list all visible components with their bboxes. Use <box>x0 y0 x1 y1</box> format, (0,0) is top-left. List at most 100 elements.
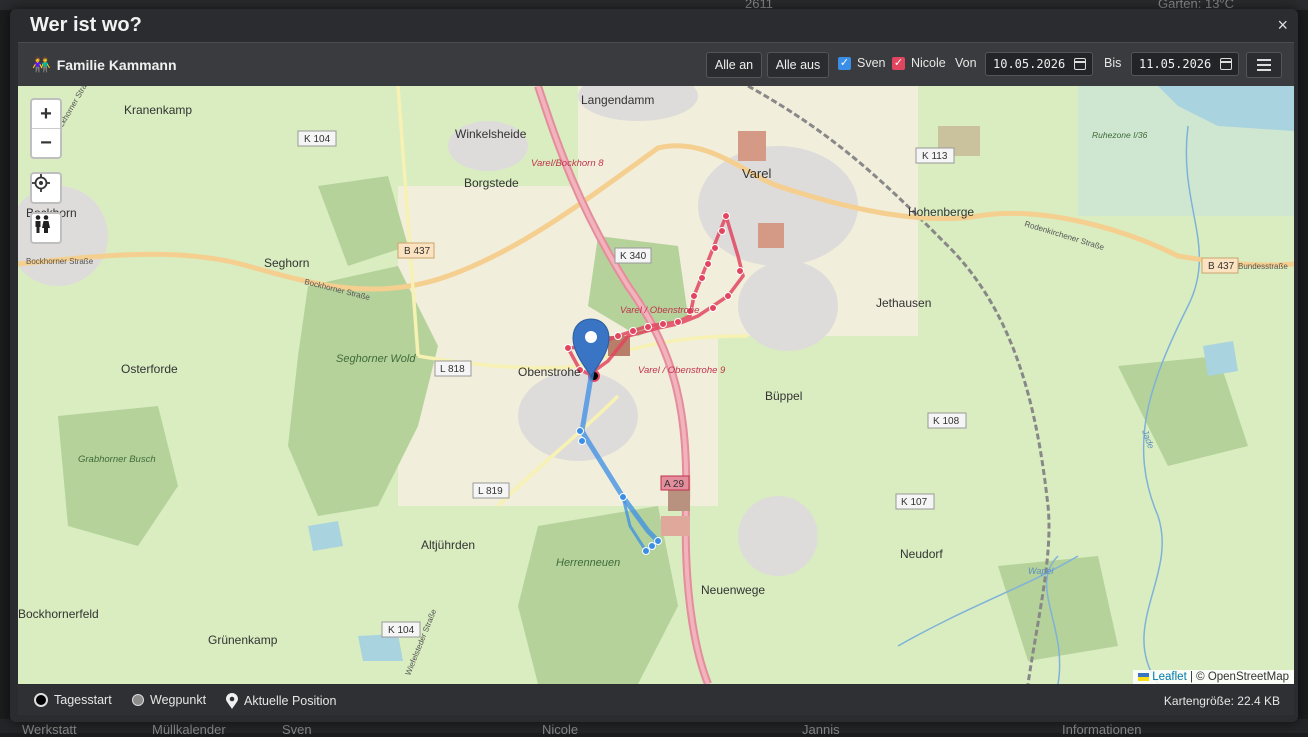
nicole-checkbox[interactable]: ✓ <box>892 57 905 70</box>
forest-seghorner-wold: Seghorner Wold <box>336 353 416 365</box>
forest-herrenneuen: Herrenneuen <box>556 557 620 569</box>
calendar-icon[interactable] <box>1074 58 1086 70</box>
locate-button[interactable] <box>30 172 62 204</box>
place-langendamm: Langendamm <box>581 93 654 107</box>
attribution-separator: | © <box>1186 671 1208 683</box>
map-size-text: Kartengröße: 22.4 KB <box>1163 694 1280 708</box>
svg-text:L 819: L 819 <box>478 486 503 497</box>
all-off-button[interactable]: Alle aus <box>767 52 829 78</box>
junction-varel-bockhorn: Varel/Bockhorn 8 <box>531 158 604 169</box>
from-date-value: 10.05.2026 <box>993 57 1066 71</box>
background-tile-muell: Müllkalender <box>152 722 226 737</box>
from-date-input[interactable]: 10.05.2026 <box>985 52 1093 76</box>
place-osterforde: Osterforde <box>121 362 178 376</box>
background-tile-informationen: Informationen <box>1062 722 1142 737</box>
background-tile-jannis: Jannis <box>802 722 840 737</box>
shield-k108: K 108 <box>927 412 967 429</box>
street-bundesstrasse: Bundesstraße <box>1238 262 1288 271</box>
legend-current-position-label: Aktuelle Position <box>244 694 337 708</box>
place-obenstrohe: Obenstrohe <box>518 365 581 379</box>
family-name: Familie Kammann <box>56 57 177 73</box>
crosshair-icon <box>32 174 50 192</box>
shield-k107: K 107 <box>895 493 935 510</box>
to-label: Bis <box>1104 56 1122 70</box>
building-block <box>661 516 689 536</box>
place-seghorn: Seghorn <box>264 256 309 270</box>
map-attribution: Leaflet | © OpenStreetMap <box>1133 670 1294 684</box>
place-varel: Varel <box>742 166 771 181</box>
zoom-control: + − <box>30 98 62 159</box>
leaflet-link[interactable]: Leaflet <box>1152 671 1187 683</box>
day-start-dot-icon <box>34 693 48 707</box>
map-view[interactable]: Langendamm Kranenkamp Winkelsheide Varel… <box>18 86 1294 684</box>
map-pin-icon <box>226 693 238 709</box>
shield-k340: K 340 <box>614 247 652 264</box>
shield-b437-east: B 437 <box>1201 257 1239 274</box>
place-neuenwege: Neuenwege <box>701 583 765 597</box>
place-jethausen: Jethausen <box>876 296 931 310</box>
zoom-in-button[interactable]: + <box>32 100 60 129</box>
legend-current-position: Aktuelle Position <box>226 693 336 709</box>
building-block <box>758 223 784 248</box>
persons-button[interactable] <box>30 212 62 244</box>
shield-k104-north: K 104 <box>297 130 337 147</box>
legend-day-start-label: Tagesstart <box>54 693 112 707</box>
building-block <box>738 131 766 161</box>
place-bockhornerfeld: Bockhornerfeld <box>18 607 99 621</box>
dialog-title: Wer ist wo? <box>30 14 142 36</box>
people-icon <box>35 215 50 233</box>
svg-text:K 104: K 104 <box>304 134 331 145</box>
pond <box>1203 341 1238 376</box>
from-label: Von <box>955 56 977 70</box>
pond <box>358 634 403 661</box>
shield-k113: K 113 <box>915 147 955 164</box>
waypoint-dot-icon <box>132 694 144 706</box>
svg-text:A 29: A 29 <box>664 479 684 490</box>
ukraine-flag-icon <box>1138 673 1150 681</box>
wer-ist-wo-dialog: Wer ist wo? × 👫 Familie Kammann Alle an … <box>10 9 1298 722</box>
background-tile-nicole: Nicole <box>542 722 579 737</box>
zoom-out-button[interactable]: − <box>32 129 60 157</box>
place-bueppel: Büppel <box>765 389 802 403</box>
osm-attribution[interactable]: OpenStreetMap <box>1208 671 1289 683</box>
svg-text:K 340: K 340 <box>620 251 647 262</box>
nicole-label: Nicole <box>911 56 946 70</box>
family-header: 👫 Familie Kammann <box>32 56 177 74</box>
map-canvas[interactable]: Langendamm Kranenkamp Winkelsheide Varel… <box>18 86 1294 684</box>
hamburger-menu-button[interactable] <box>1246 52 1282 78</box>
family-icon: 👫 <box>32 57 51 74</box>
shield-a29: A 29 <box>660 475 690 491</box>
close-icon[interactable]: × <box>1277 15 1288 36</box>
ruhezone-label: Ruhezone I/36 <box>1092 130 1148 140</box>
svg-text:B 437: B 437 <box>404 246 431 257</box>
junction-varel-obenstrohe-south: Varel / Obenstrohe 9 <box>638 365 726 376</box>
all-on-button[interactable]: Alle an <box>706 52 762 78</box>
hamburger-icon <box>1257 59 1271 61</box>
junction-varel-obenstrohe-north: Varel / Obenstrohe <box>620 305 699 316</box>
sven-checkbox[interactable]: ✓ <box>838 57 851 70</box>
svg-text:K 113: K 113 <box>922 151 948 162</box>
to-date-value: 11.05.2026 <box>1139 57 1212 71</box>
map-legend-bar: Tagesstart Wegpunkt Aktuelle Position Ka… <box>18 685 1294 715</box>
river-wapel: Wapel <box>1028 566 1054 576</box>
shield-l818: L 818 <box>434 360 472 377</box>
place-altjuehrden: Altjührden <box>421 538 475 552</box>
place-kranenkamp: Kranenkamp <box>124 103 192 117</box>
legend-day-start: Tagesstart <box>34 693 112 707</box>
shield-l819: L 819 <box>472 482 510 499</box>
place-winkelsheide: Winkelsheide <box>455 127 527 141</box>
place-neudorf: Neudorf <box>900 547 943 561</box>
forest-grabhorner-busch: Grabhorner Busch <box>78 454 156 465</box>
toolbar: 👫 Familie Kammann Alle an Alle aus ✓ Sve… <box>18 42 1294 87</box>
shield-b437-west: B 437 <box>397 242 435 259</box>
svg-text:K 107: K 107 <box>901 497 928 508</box>
svg-text:L 818: L 818 <box>440 364 465 375</box>
sven-label: Sven <box>857 56 886 70</box>
place-borgstede: Borgstede <box>464 176 519 190</box>
legend-waypoint: Wegpunkt <box>132 693 206 707</box>
to-date-input[interactable]: 11.05.2026 <box>1131 52 1239 76</box>
legend-waypoint-label: Wegpunkt <box>150 693 207 707</box>
calendar-icon[interactable] <box>1220 58 1232 70</box>
place-gruenenkamp: Grünenkamp <box>208 633 278 647</box>
background-tile-sven: Sven <box>282 722 312 737</box>
